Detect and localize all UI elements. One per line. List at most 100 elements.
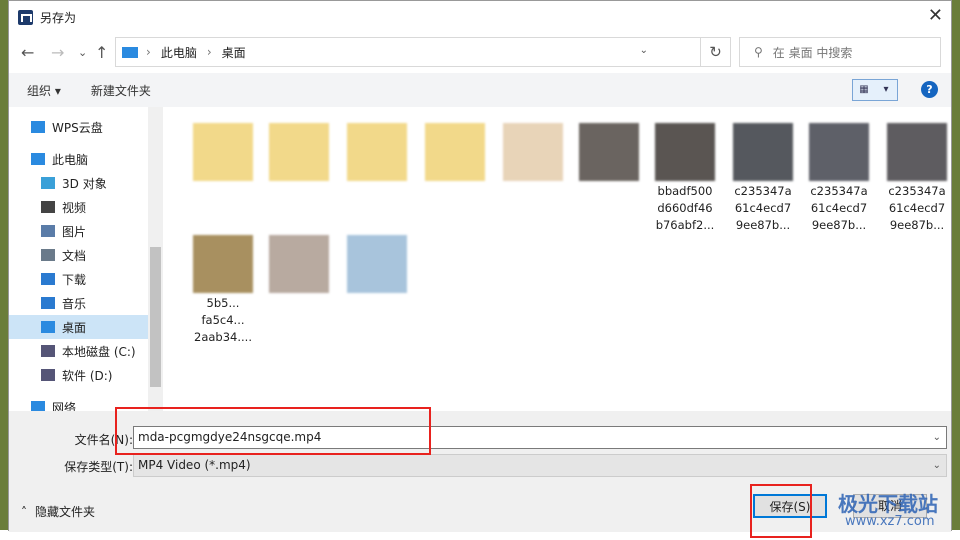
file-name: bbadf500 d660df46 b76abf2...: [655, 184, 715, 232]
title-bar: 另存为 ✕: [9, 1, 951, 33]
chevron-down-icon[interactable]: ⌄: [640, 45, 648, 56]
file-name: c235347a 61c4ecd7 9ee87b...: [888, 184, 946, 232]
file-name: c235347a 61c4ecd7 9ee87b...: [734, 184, 792, 232]
file-name: 5b5... fa5c4... 2aab34....: [194, 296, 252, 344]
file-type-value: MP4 Video (*.mp4): [138, 458, 251, 472]
file-item[interactable]: [497, 123, 569, 183]
file-item[interactable]: [263, 123, 335, 183]
chevron-down-icon: ⌄: [932, 460, 941, 471]
help-button[interactable]: ?: [921, 81, 938, 98]
sidebar-item[interactable]: 下载: [9, 267, 163, 291]
sidebar-item-label: 文档: [62, 248, 87, 263]
chevron-down-icon: ▾: [883, 84, 889, 95]
sidebar-item[interactable]: 此电脑: [9, 147, 163, 171]
video-icon: [41, 201, 55, 213]
computer-icon: [31, 153, 45, 165]
navigation-pane: WPS云盘此电脑 3D 对象视频图片文档下载音乐 桌面本地磁盘 (C:) 软件 (D:…: [9, 107, 163, 411]
sidebar-item-label: 网络: [52, 400, 77, 412]
grid-view-icon: ▦: [859, 84, 869, 95]
watermark-logo: 极光下载站: [838, 492, 938, 516]
sidebar-item[interactable]: 软件 (D:): [9, 363, 163, 387]
file-item[interactable]: c235347a 61c4ecd7 9ee87b...: [803, 123, 875, 234]
breadcrumb-this-pc[interactable]: 此电脑: [161, 44, 197, 61]
sidebar-item[interactable]: WPS云盘: [9, 115, 163, 139]
hide-folders-label: 隐藏文件夹: [35, 505, 96, 519]
organize-button[interactable]: 组织 ▾: [27, 82, 61, 99]
file-type-select[interactable]: MP4 Video (*.mp4) ⌄: [133, 454, 947, 477]
chevron-right-icon: ›: [146, 45, 151, 59]
toolbar: 组织 ▾ 新建文件夹 ▦ ▾ ?: [9, 73, 951, 107]
file-item[interactable]: 5b5... fa5c4... 2aab34....: [187, 235, 259, 346]
file-item[interactable]: c235347a 61c4ecd7 9ee87b...: [881, 123, 951, 234]
file-item[interactable]: [341, 235, 413, 295]
file-item[interactable]: [341, 123, 413, 183]
file-thumbnail: [887, 123, 947, 181]
recent-locations-button[interactable]: ⌄: [78, 46, 87, 59]
sidebar-item[interactable]: 桌面: [9, 315, 163, 339]
file-type-label: 保存类型(T):: [64, 460, 133, 474]
file-thumbnail: [503, 123, 563, 181]
file-thumbnail: [193, 235, 253, 293]
forward-button[interactable]: →: [51, 43, 64, 62]
file-name: c235347a 61c4ecd7 9ee87b...: [810, 184, 868, 232]
network-icon: [31, 401, 45, 411]
sidebar-scrollbar[interactable]: [148, 107, 163, 411]
file-thumbnail: [425, 123, 485, 181]
file-thumbnail: [347, 123, 407, 181]
search-input[interactable]: ⚲ 在 桌面 中搜索: [739, 37, 941, 67]
file-item[interactable]: [263, 235, 335, 295]
app-icon: [18, 9, 33, 25]
sidebar-item[interactable]: 图片: [9, 219, 163, 243]
highlight-box: [115, 407, 431, 455]
sidebar-item[interactable]: 3D 对象: [9, 171, 163, 195]
sidebar-item-label: 下载: [62, 272, 87, 287]
sidebar-item[interactable]: 视频: [9, 195, 163, 219]
hide-folders-toggle[interactable]: ˄ 隐藏文件夹: [21, 503, 95, 520]
file-thumbnail: [269, 235, 329, 293]
sidebar-item-label: 软件 (D:): [62, 368, 113, 383]
back-button[interactable]: ←: [21, 43, 34, 62]
cloud-icon: [31, 121, 45, 133]
document-icon: [41, 249, 55, 261]
sidebar-item-label: 本地磁盘 (C:): [62, 344, 136, 359]
file-thumbnail: [347, 235, 407, 293]
sidebar-item-label: 图片: [62, 224, 87, 239]
file-list: bbadf500 d660df46 b76abf2... c235347a 61c…: [165, 107, 951, 411]
music-icon: [41, 297, 55, 309]
scrollbar-thumb[interactable]: [150, 247, 161, 387]
chevron-down-icon[interactable]: ⌄: [933, 427, 941, 448]
sidebar-item[interactable]: 文档: [9, 243, 163, 267]
computer-icon: [122, 46, 138, 58]
breadcrumb-desktop[interactable]: 桌面: [222, 44, 246, 61]
file-item[interactable]: [419, 123, 491, 183]
chevron-right-icon: ›: [206, 45, 212, 59]
sidebar-item-label: WPS云盘: [52, 120, 103, 135]
search-icon: ⚲: [754, 45, 763, 59]
new-folder-button[interactable]: 新建文件夹: [91, 82, 151, 99]
search-placeholder: 在 桌面 中搜索: [772, 45, 853, 60]
file-thumbnail: [733, 123, 793, 181]
file-item[interactable]: [573, 123, 645, 183]
file-thumbnail: [269, 123, 329, 181]
file-thumbnail: [809, 123, 869, 181]
close-button[interactable]: ✕: [928, 5, 943, 26]
chevron-up-icon: ˄: [21, 504, 27, 519]
dialog-title: 另存为: [40, 10, 77, 25]
file-item[interactable]: c235347a 61c4ecd7 9ee87b...: [727, 123, 799, 234]
picture-icon: [41, 225, 55, 237]
refresh-button[interactable]: ↻: [701, 37, 731, 67]
file-item[interactable]: [187, 123, 259, 183]
sidebar-item[interactable]: 音乐: [9, 291, 163, 315]
watermark-url: www.xz7.com: [845, 514, 935, 529]
desktop-icon: [41, 321, 55, 333]
sidebar-item-label: 3D 对象: [62, 176, 107, 191]
file-item[interactable]: bbadf500 d660df46 b76abf2...: [649, 123, 721, 234]
navigation-bar: ← → ⌄ ↑ › 此电脑 › 桌面 ⌄ ↻ ⚲ 在 桌面 中搜索: [9, 37, 951, 69]
sidebar-item-label: 此电脑: [52, 152, 89, 167]
up-button[interactable]: ↑: [95, 43, 108, 62]
sidebar-item[interactable]: 本地磁盘 (C:): [9, 339, 163, 363]
cube-icon: [41, 177, 55, 189]
download-icon: [41, 273, 55, 285]
view-options-button[interactable]: ▦ ▾: [852, 79, 898, 101]
address-bar[interactable]: › 此电脑 › 桌面 ⌄: [115, 37, 701, 67]
